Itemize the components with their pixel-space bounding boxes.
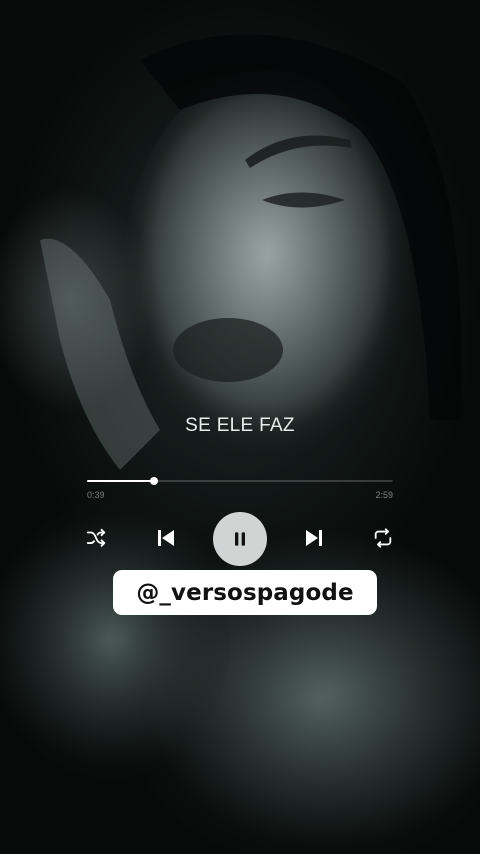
story-screen: SE ELE FAZ 0:39 2:59 @_versospagode — [0, 0, 480, 854]
pause-icon — [235, 532, 245, 546]
skip-next-icon — [306, 530, 322, 546]
username-sticker[interactable]: @_versospagode — [113, 570, 377, 615]
progress-bar[interactable] — [87, 477, 393, 485]
progress-fill — [87, 480, 154, 482]
username-text: @_versospagode — [136, 579, 354, 606]
pause-button[interactable] — [213, 512, 267, 566]
skip-previous-icon — [158, 530, 174, 546]
progress-handle[interactable] — [150, 477, 158, 485]
next-button[interactable] — [301, 525, 327, 551]
repeat-icon — [374, 528, 392, 548]
previous-button[interactable] — [153, 525, 179, 551]
lips-shape — [173, 318, 283, 382]
player-controls — [0, 512, 480, 566]
shuffle-icon — [86, 528, 106, 547]
time-elapsed: 0:39 — [87, 490, 105, 500]
time-total: 2:59 — [375, 490, 393, 500]
shuffle-button[interactable] — [84, 526, 108, 550]
song-title: SE ELE FAZ — [185, 415, 295, 436]
repeat-button[interactable] — [371, 526, 395, 550]
